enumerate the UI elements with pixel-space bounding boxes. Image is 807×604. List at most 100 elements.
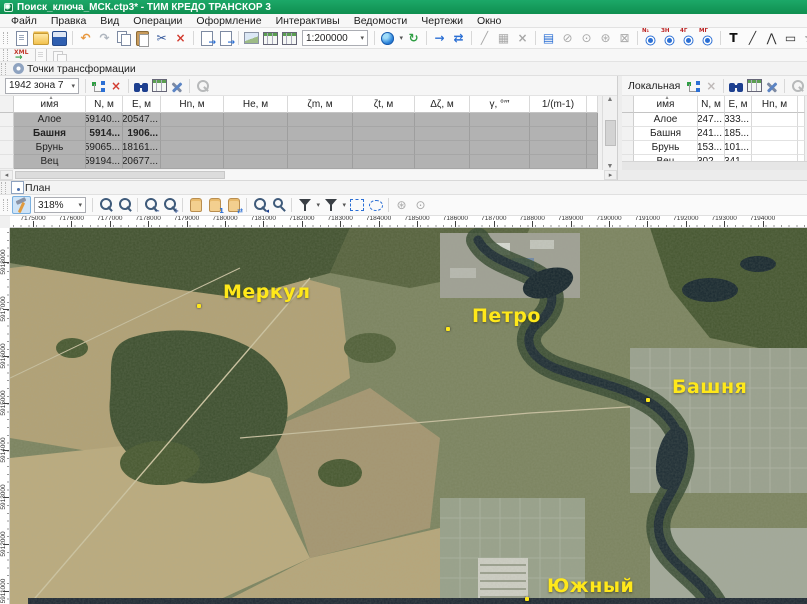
table-cell[interactable]: 241... xyxy=(698,127,725,141)
table-cell[interactable] xyxy=(224,113,288,127)
local-add-point-button[interactable] xyxy=(684,78,702,94)
menu-Ведомости[interactable]: Ведомости xyxy=(347,15,415,27)
table-cell[interactable] xyxy=(224,141,288,155)
table-cell[interactable]: Брунь xyxy=(14,141,86,155)
table-cell[interactable]: 5914... xyxy=(86,127,123,141)
table-cell[interactable] xyxy=(798,113,805,127)
menu-Файл[interactable]: Файл xyxy=(4,15,44,27)
table-cell[interactable] xyxy=(752,127,798,141)
swap-button[interactable]: ⇄ xyxy=(449,29,468,47)
table-cell[interactable]: 18161... xyxy=(123,141,161,155)
menu-Чертежи[interactable]: Чертежи xyxy=(414,15,470,27)
column-header[interactable]: γ, °′″ xyxy=(470,96,530,113)
table-cell[interactable] xyxy=(353,141,415,155)
toolbar-grip[interactable] xyxy=(3,32,8,44)
redo-button[interactable]: ↷ xyxy=(95,29,114,47)
create-point-n1-button[interactable]: N₁ xyxy=(641,29,660,47)
column-header[interactable]: E, м xyxy=(725,96,752,113)
coordinate-system-combo[interactable]: 1942 зона 7▾ xyxy=(5,78,79,94)
points-table-vscrollbar[interactable]: ▲ ▼ xyxy=(602,96,617,170)
points-table-hscrollbar[interactable] xyxy=(13,170,604,180)
toolbar-grip[interactable] xyxy=(3,49,8,61)
forward-button[interactable]: → xyxy=(430,29,449,47)
pan-window-button[interactable]: ⇄ xyxy=(224,196,243,214)
tools-button[interactable] xyxy=(168,78,186,94)
local-tools-button[interactable] xyxy=(763,78,781,94)
table-cell[interactable] xyxy=(161,141,224,155)
table-cell[interactable]: 185... xyxy=(725,127,752,141)
table-cell[interactable]: Башня xyxy=(634,127,698,141)
toolbar-grip[interactable] xyxy=(3,199,8,211)
table-cell[interactable]: 59140... xyxy=(86,113,123,127)
zoom-point-button[interactable] xyxy=(269,196,288,214)
column-header[interactable]: ζm, м xyxy=(288,96,353,113)
table-cell[interactable] xyxy=(587,141,598,155)
table-cell[interactable] xyxy=(353,155,415,169)
panel-grip[interactable] xyxy=(1,63,6,75)
table-cell[interactable]: Брунь xyxy=(634,141,698,155)
objects-list-button[interactable]: ▤ xyxy=(539,29,558,47)
find-button[interactable] xyxy=(132,78,150,94)
local-table-settings-button[interactable] xyxy=(745,78,763,94)
table-cell[interactable] xyxy=(587,113,598,127)
table-cell[interactable] xyxy=(288,113,353,127)
select-lasso-button[interactable] xyxy=(366,196,385,214)
zoom-out-button[interactable]: − xyxy=(141,196,160,214)
table-cell[interactable]: Алое xyxy=(14,113,86,127)
cut-button[interactable]: ✂ xyxy=(152,29,171,47)
table-cell[interactable] xyxy=(161,127,224,141)
table-cell[interactable]: 59065... xyxy=(86,141,123,155)
create-point-msk-button[interactable]: МГ xyxy=(698,29,717,47)
map-point-marker[interactable] xyxy=(646,398,650,402)
table-cell[interactable] xyxy=(530,113,587,127)
export-points-button[interactable] xyxy=(216,29,235,47)
table-cell[interactable] xyxy=(470,113,530,127)
table-cell[interactable]: Вец xyxy=(14,155,86,169)
table-cell[interactable] xyxy=(415,155,470,169)
paste-button[interactable] xyxy=(133,29,152,47)
table-cell[interactable] xyxy=(798,141,805,155)
menu-Операции[interactable]: Операции xyxy=(126,15,189,27)
table-cell[interactable] xyxy=(587,155,598,169)
local-table-hscrollbar[interactable] xyxy=(622,161,807,170)
pan-button[interactable] xyxy=(186,196,205,214)
table-cell[interactable]: Алое xyxy=(634,113,698,127)
scroll-thumb[interactable] xyxy=(15,171,225,179)
table-cell[interactable] xyxy=(752,113,798,127)
undo-button[interactable]: ↶ xyxy=(76,29,95,47)
polygon-tool-button[interactable]: ☆ xyxy=(800,29,807,47)
table-cell[interactable] xyxy=(470,127,530,141)
table-cell[interactable] xyxy=(288,127,353,141)
table-cell[interactable] xyxy=(798,127,805,141)
table-cell[interactable] xyxy=(353,127,415,141)
select-rect-button[interactable] xyxy=(347,196,366,214)
local-find-button[interactable] xyxy=(727,78,745,94)
table-cell[interactable]: 153... xyxy=(698,141,725,155)
menu-Интерактивы[interactable]: Интерактивы xyxy=(269,15,347,27)
add-point-button[interactable] xyxy=(89,78,107,94)
table-cell[interactable]: 1906... xyxy=(123,127,161,141)
table-cell[interactable] xyxy=(752,141,798,155)
web-map-button[interactable]: ▾ xyxy=(378,29,397,47)
table-cell[interactable]: 333... xyxy=(725,113,752,127)
table-cell[interactable]: 59194... xyxy=(86,155,123,169)
layers-button[interactable] xyxy=(261,29,280,47)
scale-list-button[interactable] xyxy=(280,29,299,47)
map-point-marker[interactable] xyxy=(197,304,201,308)
text-tool-button[interactable]: T xyxy=(724,29,743,47)
column-header[interactable]: имя xyxy=(14,96,86,113)
panel-grip[interactable] xyxy=(1,182,6,194)
scroll-down-icon[interactable]: ▼ xyxy=(607,163,614,170)
table-cell[interactable] xyxy=(224,155,288,169)
menu-Вид[interactable]: Вид xyxy=(93,15,126,27)
scale-combo[interactable]: 1:200000▾ xyxy=(302,30,368,46)
create-point-45-button[interactable]: 4Г xyxy=(679,29,698,47)
active-tool-button[interactable] xyxy=(12,196,31,214)
table-cell[interactable]: 247... xyxy=(698,113,725,127)
column-header[interactable]: имя xyxy=(634,96,698,113)
table-cell[interactable]: Башня xyxy=(14,127,86,141)
table-cell[interactable] xyxy=(530,141,587,155)
xml-export-button[interactable] xyxy=(12,49,31,61)
column-header[interactable]: N, м xyxy=(86,96,123,113)
scroll-right-icon[interactable]: ▸ xyxy=(604,170,617,180)
